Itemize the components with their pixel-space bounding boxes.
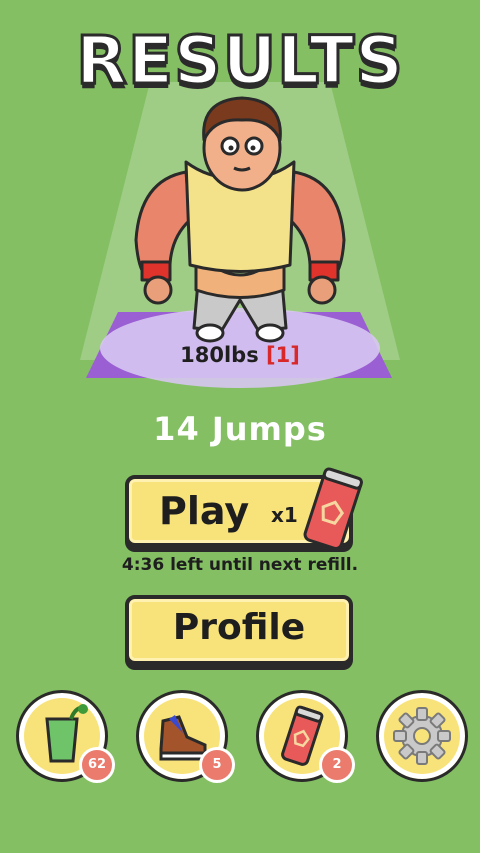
profile-button[interactable]: Profile [125, 595, 353, 665]
smoothie-button[interactable]: 62 [16, 690, 115, 783]
smoothie-count-badge: 62 [79, 747, 115, 783]
gear-icon [393, 707, 451, 765]
level-indicator: [1] [266, 343, 300, 367]
jumps-count: 14 Jumps [153, 410, 327, 448]
results-title: RESULTS [75, 21, 405, 101]
sneakers-button[interactable]: 5 [136, 690, 235, 783]
energy-can-count-badge: 2 [319, 747, 355, 783]
refill-timer: 4:36 left until next refill. [121, 555, 359, 575]
profile-label: Profile [172, 607, 306, 648]
energy-can-button[interactable]: 2 [256, 690, 355, 783]
weight-value: 180lbs [180, 343, 259, 367]
energy-can-icon [303, 467, 363, 550]
play-label: Play [159, 489, 250, 533]
play-multiplier: x1 [271, 503, 298, 527]
weight-display: 180lbs [1] [0, 343, 480, 367]
sneakers-count-badge: 5 [199, 747, 235, 783]
settings-button[interactable] [376, 690, 468, 782]
